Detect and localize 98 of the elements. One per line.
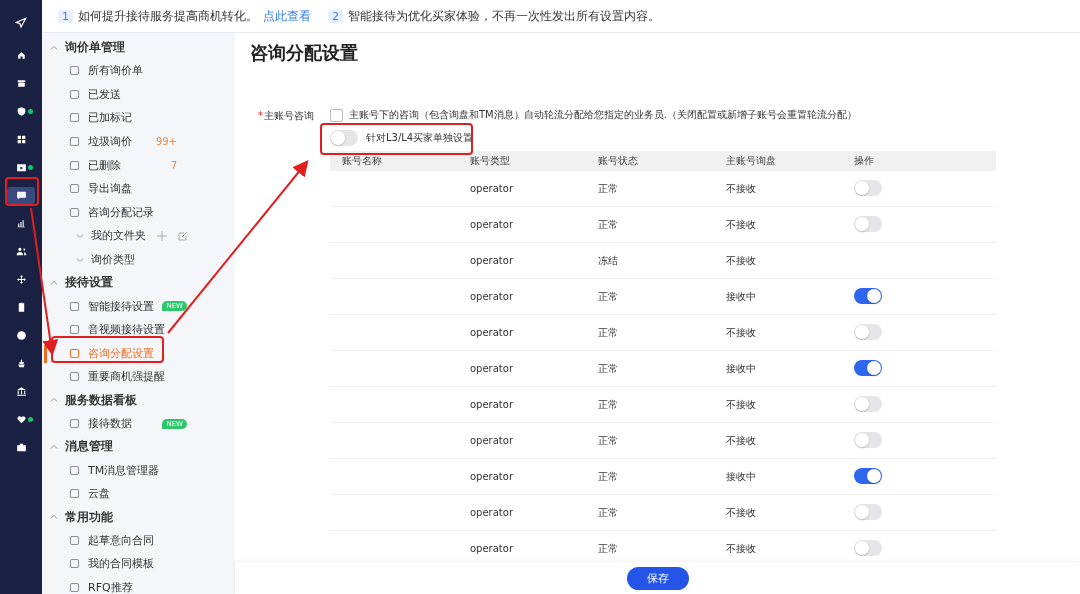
toggle-switch[interactable]	[854, 468, 882, 484]
menu-item[interactable]: 垃圾询价	[88, 134, 132, 150]
toggle-switch[interactable]	[854, 288, 882, 304]
menu-item[interactable]: RFQ推荐	[88, 580, 133, 594]
group-title: 常用功能	[65, 509, 113, 525]
page-title: 咨询分配设置	[250, 41, 359, 65]
toggle-switch[interactable]	[854, 432, 882, 448]
toggle-switch[interactable]	[854, 396, 882, 412]
table-cell-text: 接收中	[725, 469, 757, 484]
table-cell-text: operator	[469, 255, 514, 266]
toggle-switch[interactable]	[854, 540, 882, 556]
toggle-switch[interactable]	[854, 324, 882, 340]
menu-item[interactable]: 音视频接待设置	[88, 322, 165, 338]
table-cell-text: operator	[469, 507, 514, 518]
group-title: 接待设置	[65, 275, 113, 291]
table-cell-text: operator	[469, 471, 514, 482]
nav-button[interactable]	[7, 187, 35, 204]
table-cell-text: 正常	[597, 325, 619, 340]
menu-item[interactable]: 已加标记	[88, 110, 132, 126]
table-cell-text: operator	[469, 363, 514, 374]
table-cell-text: 正常	[597, 469, 619, 484]
group-title: 服务数据看板	[65, 392, 137, 408]
nav-icon	[14, 189, 28, 202]
table-cell-text: operator	[469, 399, 514, 410]
table-cell-text: 正常	[597, 361, 619, 376]
save-button[interactable]: 保存	[626, 566, 689, 590]
folder-item[interactable]: 询价类型	[91, 252, 135, 268]
send-icon[interactable]	[14, 16, 28, 30]
menu-item[interactable]: 我的合同模板	[88, 556, 154, 572]
menu-item[interactable]: 起草意向合同	[88, 532, 154, 548]
notice-text: 智能接待为优化买家体验，不再一次性发出所有设置内容。	[348, 8, 660, 24]
table-cell-text: 不接收	[725, 433, 757, 448]
menu-item[interactable]: 重要商机强提醒	[88, 369, 165, 385]
table-cell-text: 正常	[597, 433, 619, 448]
column-header: 账号状态	[597, 154, 639, 168]
table-cell-text: 不接收	[725, 253, 757, 268]
menu-item[interactable]: 智能接待设置	[88, 298, 154, 314]
nav-icon	[14, 441, 28, 454]
table-cell-text: 正常	[597, 217, 619, 232]
status-dot	[28, 165, 33, 170]
checkbox[interactable]	[330, 108, 343, 122]
toggle-switch[interactable]	[330, 130, 358, 146]
status-dot	[28, 417, 33, 422]
group-title: 询价单管理	[65, 40, 125, 55]
folder-item[interactable]: 我的文件夹	[91, 228, 146, 244]
table-cell-text: 正常	[597, 289, 619, 304]
step-number: 2	[328, 9, 343, 23]
menu-item[interactable]: 咨询分配记录	[88, 204, 154, 220]
table-cell-text: operator	[469, 183, 514, 194]
toggle-switch[interactable]	[854, 216, 882, 232]
menu-item[interactable]: 所有询价单	[88, 63, 143, 79]
highlight-box	[5, 177, 39, 206]
nav-icon	[14, 273, 28, 286]
table-cell-text: 正常	[597, 505, 619, 520]
table-cell-text: operator	[469, 543, 514, 554]
table-cell-text: 不接收	[725, 541, 757, 556]
menu-item[interactable]: 接待数据	[88, 416, 132, 431]
field-label: 主账号咨询	[264, 110, 314, 121]
table-cell-text: 不接收	[725, 217, 757, 232]
column-header: 账号名称	[341, 154, 383, 168]
checkbox-label: 主账号下的咨询（包含询盘和TM消息）自动轮流分配给您指定的业务员.（关闭配置或新增子账号会重置轮流分配）	[349, 108, 857, 122]
step-number: 1	[58, 9, 73, 23]
item-count: 7	[170, 159, 177, 171]
nav-icon	[14, 161, 28, 174]
table-cell-text: operator	[469, 327, 514, 338]
required-mark: *	[258, 110, 263, 121]
table-cell-text: 不接收	[725, 181, 757, 196]
group-title: 消息管理	[65, 439, 113, 455]
column-header: 主账号询盘	[725, 154, 777, 168]
column-header: 操作	[853, 154, 875, 168]
item-count: 99+	[155, 136, 177, 148]
column-header: 账号类型	[469, 154, 511, 168]
table-cell-text: 正常	[597, 181, 619, 196]
table-cell-text: 正常	[597, 397, 619, 412]
nav-icon	[14, 245, 28, 258]
menu-item[interactable]: 已删除	[88, 157, 121, 173]
status-dot	[28, 109, 33, 114]
table-cell-text: 冻结	[597, 253, 619, 268]
table-cell-text: operator	[469, 291, 514, 302]
table-cell-text: 不接收	[725, 397, 757, 412]
toggle-switch[interactable]	[854, 180, 882, 196]
table-cell-text: 不接收	[725, 505, 757, 520]
table-cell-text: operator	[469, 219, 514, 230]
toggle-switch[interactable]	[854, 360, 882, 376]
menu-item[interactable]: TM消息管理器	[88, 462, 160, 478]
table-cell-text: 接收中	[725, 361, 757, 376]
table-cell-text: 不接收	[725, 325, 757, 340]
menu-item[interactable]: 导出询盘	[88, 181, 132, 197]
table-cell-text: 接收中	[725, 289, 757, 304]
menu-item[interactable]: 已发送	[88, 86, 121, 102]
toggle-switch[interactable]	[854, 504, 882, 520]
notice-text: 如何提升接待服务提高商机转化。	[78, 8, 258, 24]
nav-icon	[14, 385, 28, 398]
view-link[interactable]: 点此查看	[263, 8, 311, 24]
menu-item[interactable]: 云盘	[88, 486, 110, 502]
nav-icon	[14, 329, 28, 342]
table-cell-text: operator	[469, 435, 514, 446]
table-cell-text: 正常	[597, 541, 619, 556]
